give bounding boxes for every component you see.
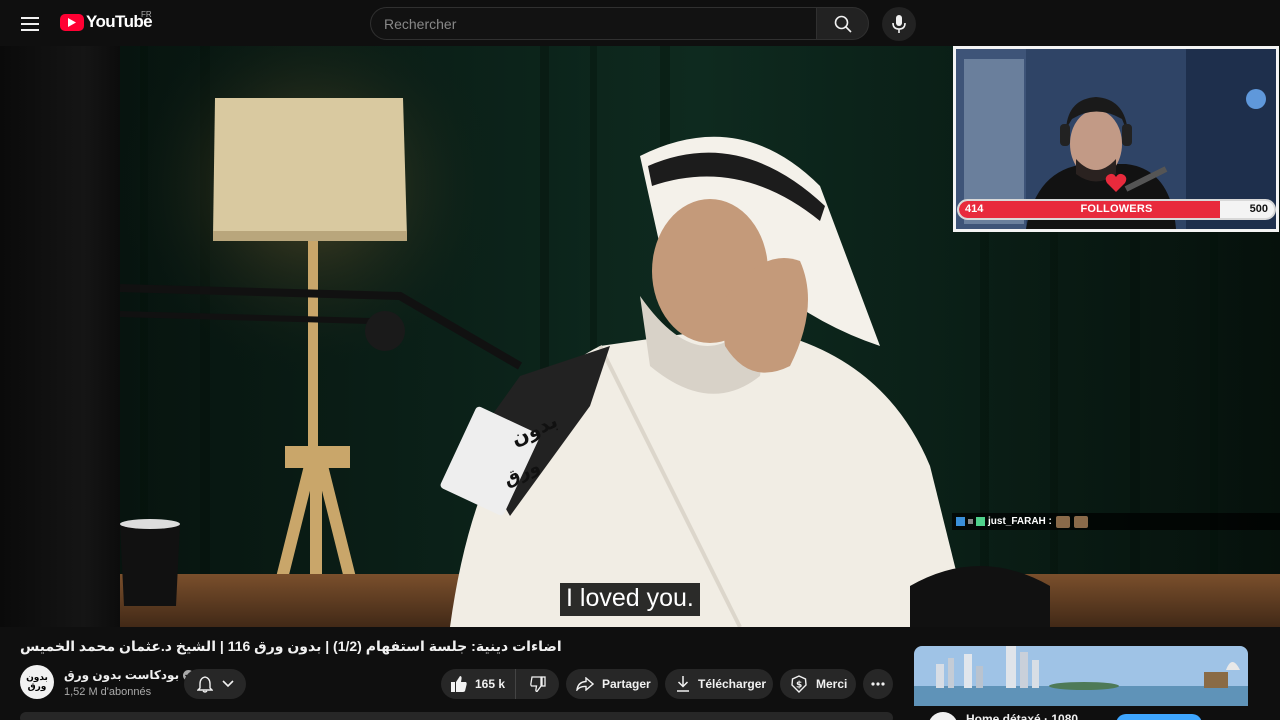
menu-icon — [21, 17, 39, 31]
download-button[interactable]: Télécharger — [665, 669, 773, 699]
microphone-icon — [892, 15, 906, 33]
emote-icon — [1073, 515, 1088, 528]
top-bar: YouTube FR — [0, 0, 1280, 46]
search-input[interactable] — [384, 15, 816, 32]
notification-bell-button[interactable] — [184, 669, 246, 699]
channel-name[interactable]: بودكاست بدون ورق — [64, 668, 195, 682]
chat-message: just_FARAH : — [952, 513, 1280, 530]
country-code: FR — [141, 10, 152, 19]
search-icon — [834, 15, 852, 33]
followers-goal-bar: 414 FOLLOWERS 500 — [957, 199, 1276, 220]
badge-icon — [976, 517, 985, 526]
search-button[interactable] — [816, 7, 869, 40]
subscriber-count: 1,52 M d'abonnés — [64, 686, 152, 698]
recommendation-title[interactable]: Home détaxé · 1080 — [966, 712, 1078, 720]
like-button[interactable]: 165 k — [441, 669, 517, 699]
channel-avatar[interactable]: بدون ورق — [20, 665, 54, 699]
chat-username: just_FARAH : — [988, 516, 1052, 527]
play-icon — [60, 13, 84, 31]
more-actions-button[interactable] — [863, 669, 893, 699]
description-box[interactable] — [20, 712, 893, 720]
dislike-button[interactable] — [516, 676, 559, 692]
search-box[interactable] — [370, 7, 816, 40]
badge-icon — [956, 517, 965, 526]
download-icon — [677, 676, 689, 692]
video-player[interactable]: بدون ورق I loved you. — [0, 46, 1280, 627]
download-label: Télécharger — [698, 677, 767, 691]
share-button[interactable]: Partager — [566, 669, 658, 699]
followers-goal: 500 — [1249, 203, 1268, 215]
voice-search-button[interactable] — [882, 7, 916, 41]
thumbs-down-icon — [529, 676, 546, 692]
channel-avatar-text: بدون ورق — [26, 672, 48, 691]
youtube-logo[interactable]: YouTube FR — [60, 10, 153, 32]
chevron-down-icon — [221, 680, 234, 688]
recommendation-action-button[interactable] — [1116, 714, 1202, 720]
skyline-thumbnail — [914, 646, 1248, 706]
thanks-button[interactable]: $ Merci — [780, 669, 856, 699]
share-label: Partager — [602, 677, 651, 691]
badge-icon — [968, 519, 973, 524]
video-subtitle: I loved you. — [560, 583, 700, 616]
player-letterbox — [0, 46, 120, 627]
like-dislike-group: 165 k — [441, 669, 559, 699]
recommendation-channel-avatar[interactable] — [928, 712, 958, 720]
super-thanks-icon: $ — [791, 675, 807, 693]
followers-label: FOLLOWERS — [1080, 203, 1153, 215]
recommendation-thumbnail[interactable] — [914, 646, 1248, 706]
thanks-label: Merci — [816, 677, 848, 691]
video-title: اضاءات دينية: جلسة استفهام (1/2) | بدون … — [20, 638, 562, 654]
bell-icon — [196, 675, 213, 693]
svg-text:$: $ — [796, 681, 802, 691]
like-count: 165 k — [475, 677, 506, 691]
share-icon — [576, 677, 594, 691]
menu-button[interactable] — [14, 8, 46, 40]
heart-icon — [1105, 173, 1127, 192]
more-icon — [871, 682, 885, 686]
emote-icon — [1055, 515, 1070, 528]
thumbs-up-icon — [451, 676, 467, 692]
